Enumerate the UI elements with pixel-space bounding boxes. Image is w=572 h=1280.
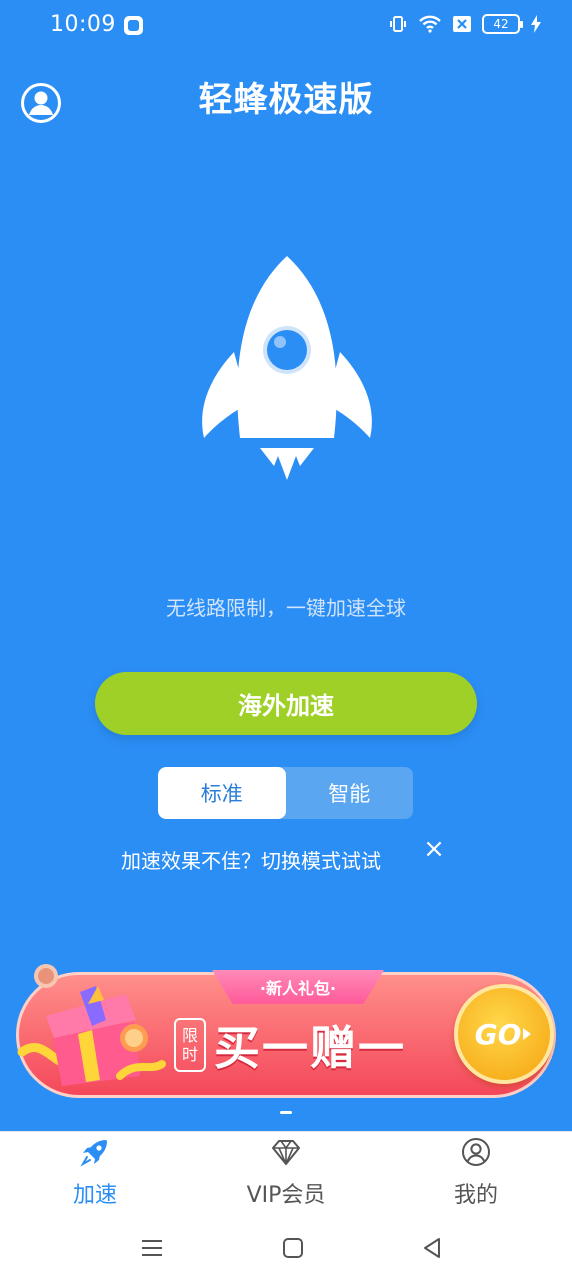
gift-box-icon <box>17 964 166 1086</box>
status-icons: 42 <box>388 14 542 34</box>
bottom-tab-bar: 加速 VIP会员 我的 <box>0 1131 572 1216</box>
slogan: 无线路限制，一键加速全球 <box>166 596 406 620</box>
tab-vip-label: VIP会员 <box>246 1183 326 1208</box>
mode-option-smart[interactable]: 智能 <box>286 767 414 819</box>
tab-accelerate-label: 加速 <box>72 1183 117 1208</box>
menu-icon[interactable] <box>138 1234 166 1262</box>
vibrate-icon <box>390 16 406 32</box>
tab-vip[interactable]: VIP会员 <box>211 1132 361 1217</box>
battery-level: 42 <box>493 17 509 31</box>
tab-accelerate[interactable]: 加速 <box>20 1132 170 1217</box>
status-time: 10:09 <box>50 12 116 37</box>
wifi-icon <box>419 15 441 33</box>
promo-ribbon: ·新人礼包· <box>212 970 384 1004</box>
rocket-illustration <box>202 256 372 480</box>
sheet-handle[interactable] <box>280 1111 292 1114</box>
tab-profile[interactable]: 我的 <box>401 1132 551 1217</box>
tab-profile-label: 我的 <box>453 1183 498 1208</box>
limited-time-char-2: 时 <box>181 1045 198 1064</box>
page-title: 轻蜂极速版 <box>198 80 374 120</box>
overseas-accelerate-button[interactable]: 海外加速 <box>95 672 477 735</box>
mode-toggle: 标准 智能 <box>158 767 413 819</box>
go-label: GO <box>474 1017 522 1051</box>
switch-mode-hint: 加速效果不佳？切换模式试试 <box>121 849 381 873</box>
limited-time-tag: 限 时 <box>174 1018 206 1072</box>
charging-icon <box>531 15 541 33</box>
close-icon[interactable]: × <box>422 836 446 862</box>
notification-app-icon <box>124 16 143 35</box>
limited-time-char-1: 限 <box>181 1026 198 1045</box>
rocket-icon <box>80 1140 107 1167</box>
go-button[interactable]: GO <box>454 984 554 1084</box>
user-icon <box>462 1138 490 1166</box>
app-screen: 10:09 42 轻蜂极速版 无线路限制，一键加速全球 海外加速 标准 智能 加… <box>0 0 572 1280</box>
battery-indicator: 42 <box>482 14 523 34</box>
promo-banner[interactable]: ·新人礼包· 限 时 买一赠一 GO <box>16 964 556 1100</box>
system-nav-bar <box>0 1216 572 1280</box>
mode-option-standard[interactable]: 标准 <box>158 767 286 819</box>
back-icon[interactable] <box>419 1234 447 1262</box>
home-icon[interactable] <box>279 1234 307 1262</box>
diamond-icon <box>272 1140 300 1165</box>
status-bar: 10:09 42 <box>0 0 572 52</box>
promo-headline: 买一赠一 <box>214 1021 406 1075</box>
no-sim-icon <box>453 16 471 32</box>
play-arrow-icon <box>523 1028 532 1040</box>
